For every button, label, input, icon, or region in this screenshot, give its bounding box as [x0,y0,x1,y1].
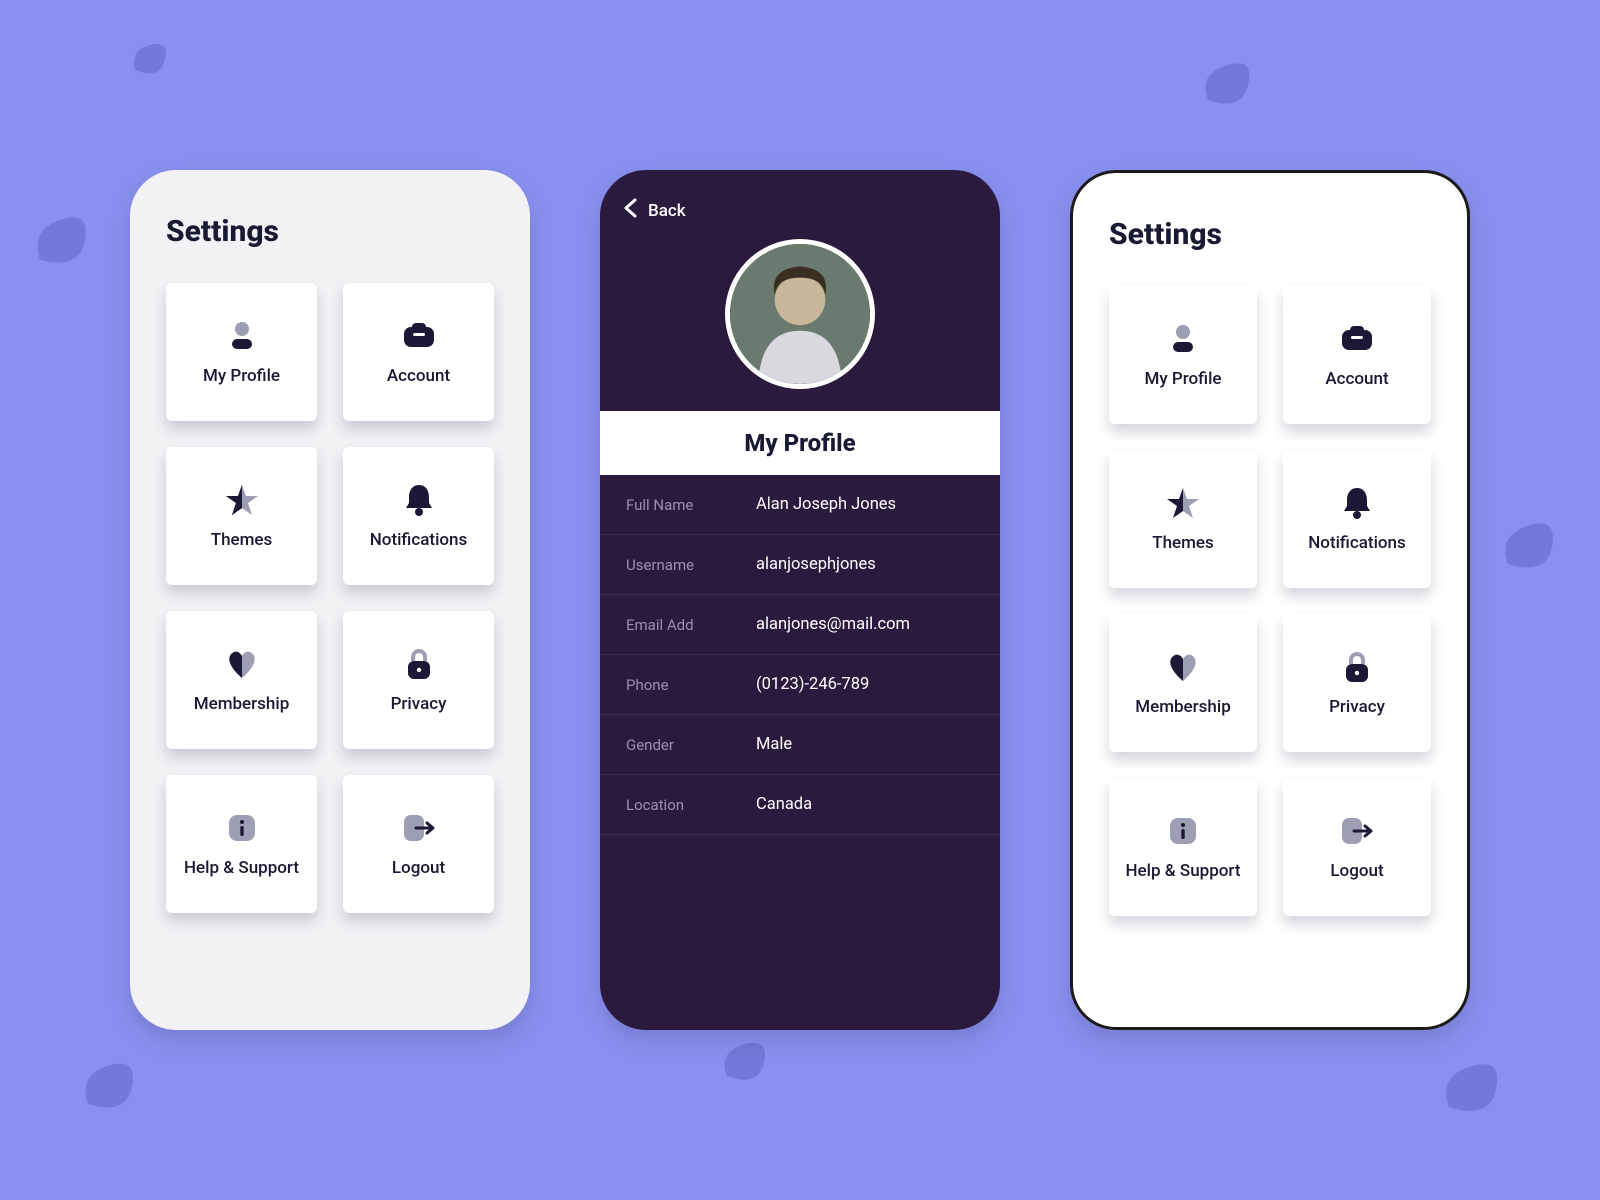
field-label: Location [626,796,756,814]
folder-icon [1339,321,1375,357]
settings-screen-light: Settings My Profile Account Themes [130,170,530,1030]
person-icon [224,318,260,354]
tile-label: Notifications [370,530,468,550]
star-icon [224,482,260,518]
tile-label: Membership [1135,697,1231,717]
tile-my-profile[interactable]: My Profile [1109,286,1257,424]
chevron-left-icon [622,198,640,223]
heart-icon [1165,649,1201,685]
tile-notifications[interactable]: Notifications [1283,450,1431,588]
tile-notifications[interactable]: Notifications [343,447,494,585]
bell-icon [1339,485,1375,521]
field-value: Male [756,735,792,754]
field-label: Email Add [626,616,756,634]
tile-themes[interactable]: Themes [166,447,317,585]
tile-help-support[interactable]: Help & Support [1109,778,1257,916]
back-button[interactable]: Back [600,170,1000,229]
tile-label: Notifications [1308,533,1406,553]
page-title: Settings [1073,173,1467,260]
folder-icon [401,318,437,354]
settings-grid: My Profile Account Themes Notifications [1073,260,1467,942]
heart-icon [224,646,260,682]
lock-icon [1339,649,1375,685]
field-location[interactable]: Location Canada [600,775,1000,835]
tile-label: Account [387,366,450,386]
tile-label: Help & Support [1126,861,1241,881]
tile-membership[interactable]: Membership [166,611,317,749]
tile-privacy[interactable]: Privacy [1283,614,1431,752]
field-email[interactable]: Email Add alanjones@mail.com [600,595,1000,655]
avatar[interactable] [725,239,875,389]
tile-themes[interactable]: Themes [1109,450,1257,588]
tile-logout[interactable]: Logout [343,775,494,913]
field-username[interactable]: Username alanjosephjones [600,535,1000,595]
field-label: Username [626,556,756,574]
tile-label: Account [1325,369,1388,389]
star-icon [1165,485,1201,521]
lock-icon [401,646,437,682]
tile-label: Logout [392,858,445,878]
tile-label: Privacy [391,694,447,714]
profile-screen: Back My Profile Full Name Alan Joseph Jo… [600,170,1000,1030]
field-label: Gender [626,736,756,754]
avatar-container [600,229,1000,411]
field-full-name[interactable]: Full Name Alan Joseph Jones [600,475,1000,535]
info-icon [224,810,260,846]
tile-account[interactable]: Account [343,283,494,421]
page-title: Settings [130,170,530,257]
tile-label: My Profile [1144,369,1221,389]
tile-label: Help & Support [184,858,299,878]
field-value: Canada [756,795,812,814]
logout-icon [401,810,437,846]
settings-screen-outline: Settings My Profile Account Themes [1070,170,1470,1030]
info-icon [1165,813,1201,849]
back-label: Back [648,201,686,221]
section-title: My Profile [600,411,1000,475]
field-value: Alan Joseph Jones [756,495,896,514]
field-value: alanjosephjones [756,555,876,574]
tile-label: Logout [1330,861,1383,881]
profile-fields: Full Name Alan Joseph Jones Username ala… [600,475,1000,835]
field-value: alanjones@mail.com [756,615,910,634]
field-label: Phone [626,676,756,694]
logout-icon [1339,813,1375,849]
tile-label: Membership [194,694,290,714]
bell-icon [401,482,437,518]
tile-logout[interactable]: Logout [1283,778,1431,916]
field-value: (0123)-246-789 [756,675,869,694]
field-label: Full Name [626,496,756,514]
field-phone[interactable]: Phone (0123)-246-789 [600,655,1000,715]
tile-label: Themes [1152,533,1214,553]
tile-label: Privacy [1329,697,1385,717]
tile-membership[interactable]: Membership [1109,614,1257,752]
field-gender[interactable]: Gender Male [600,715,1000,775]
tile-my-profile[interactable]: My Profile [166,283,317,421]
tile-label: Themes [211,530,273,550]
tile-help-support[interactable]: Help & Support [166,775,317,913]
tile-label: My Profile [203,366,280,386]
tile-account[interactable]: Account [1283,286,1431,424]
tile-privacy[interactable]: Privacy [343,611,494,749]
settings-grid: My Profile Account Themes Notifications [130,257,530,939]
person-icon [1165,321,1201,357]
